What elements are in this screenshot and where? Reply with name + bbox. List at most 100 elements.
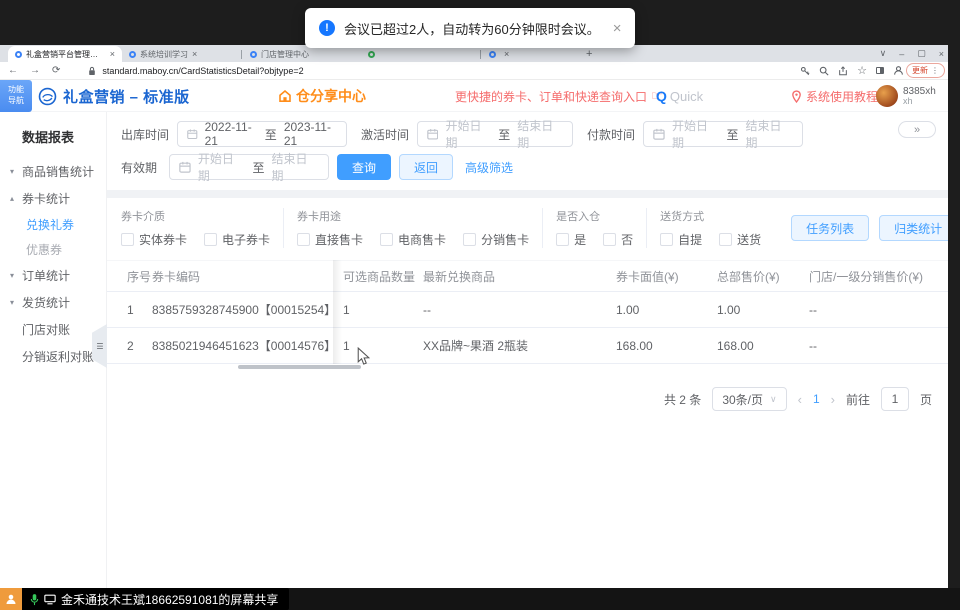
- user-menu[interactable]: 8385xh xh: [876, 80, 936, 112]
- advanced-filter-link[interactable]: 高级筛选: [465, 159, 513, 176]
- payment-date-range-input[interactable]: 开始日期 至 结束日期: [643, 119, 804, 150]
- checkbox-icon[interactable]: [719, 233, 733, 246]
- checkbox-icon[interactable]: [121, 233, 134, 246]
- chrome-update-button[interactable]: 更新 ⋮: [906, 63, 945, 78]
- screen-share-icon: [44, 594, 56, 604]
- tab-favicon: [129, 50, 136, 58]
- quick-entry-tip[interactable]: 更快捷的券卡、订单和快递查询入口 ☞: [455, 80, 663, 112]
- checkbox-icon[interactable]: [463, 233, 477, 246]
- next-page-button[interactable]: ›: [831, 392, 835, 407]
- cell-face-value: 168.00: [616, 338, 653, 353]
- tab-close-icon[interactable]: ×: [504, 49, 509, 59]
- tab-obscured-2[interactable]: ×: [482, 46, 578, 62]
- date-end-placeholder: 结束日期: [745, 119, 782, 150]
- checkbox-direct-sale[interactable]: 直接售卡: [297, 231, 363, 248]
- checkbox-no[interactable]: 否: [603, 231, 633, 248]
- checkbox-icon[interactable]: [204, 233, 218, 246]
- forward-icon[interactable]: →: [30, 65, 40, 76]
- checkbox-filter-row: 券卡介质 实体券卡 电子券卡 券卡用途 直接售卡 电商售卡 分销售卡 是否入仓 …: [107, 206, 948, 258]
- task-list-button[interactable]: 任务列表: [791, 215, 870, 241]
- activation-date-range-input[interactable]: 开始日期 至 结束日期: [417, 119, 574, 150]
- bookmark-star-icon[interactable]: ☆: [857, 64, 867, 77]
- new-tab-button[interactable]: +: [586, 48, 592, 60]
- tab-favicon: [15, 50, 22, 58]
- tab-store-admin[interactable]: 门店管理中心: [243, 46, 351, 62]
- search-button[interactable]: 查询: [337, 154, 392, 180]
- tab-obscured-1[interactable]: [361, 46, 479, 62]
- page-number[interactable]: 1: [813, 392, 820, 406]
- tab-search-chevron-icon[interactable]: ∨: [880, 48, 887, 59]
- tab-divider: [241, 50, 242, 59]
- sidebar-item-store-reconciliation[interactable]: 门店对账: [0, 316, 106, 343]
- checkbox-pickup[interactable]: 自提: [660, 231, 702, 248]
- window-minimize-button[interactable]: –: [899, 49, 904, 59]
- meeting-toast: ! 会议已超过2人，自动转为60分钟限时会议。 ×: [305, 8, 636, 48]
- tab-gift-admin[interactable]: 礼盒营销平台管理中心 ×: [8, 46, 122, 62]
- url-text[interactable]: standard.maboy.cn/CardStatisticsDetail?o…: [102, 66, 303, 76]
- tab-label: 门店管理中心: [261, 49, 309, 59]
- back-icon[interactable]: ←: [8, 65, 18, 76]
- back-button[interactable]: 返回: [399, 154, 454, 180]
- sidebar-item-product-sales[interactable]: ▾ 商品销售统计: [0, 158, 106, 185]
- system-tutorial-link[interactable]: 系统使用教程: [791, 80, 878, 112]
- filter-collapse-button[interactable]: »: [898, 121, 936, 138]
- date-start-placeholder: 开始日期: [445, 119, 482, 150]
- share-icon[interactable]: [838, 65, 848, 76]
- reload-icon[interactable]: ⟳: [52, 65, 60, 76]
- tab-close-icon[interactable]: ×: [110, 49, 115, 59]
- side-panel-icon[interactable]: [876, 67, 884, 74]
- cell-hq-price: 1.00: [717, 302, 741, 317]
- validity-date-range-input[interactable]: 开始日期 至 结束日期: [169, 152, 329, 183]
- pagination: 共 2 条 30条/页 ∨ ‹ 1 › 前往 1 页: [107, 370, 948, 411]
- window-maximize-button[interactable]: ▢: [917, 48, 926, 59]
- goto-page-input[interactable]: 1: [880, 387, 909, 411]
- person-icon: [6, 594, 16, 604]
- category-stats-button[interactable]: 归类统计: [879, 215, 948, 241]
- sidebar-item-rebate-reconciliation[interactable]: 分销返利对账: [0, 343, 106, 370]
- checkbox-icon[interactable]: [556, 233, 570, 246]
- sidebar-item-shipping-stats[interactable]: ▾ 发货统计: [0, 289, 106, 316]
- cell-index: 1: [127, 302, 134, 317]
- tab-close-icon[interactable]: ×: [192, 49, 197, 59]
- outbound-date-range-input[interactable]: 2022-11-21 至 2023-11-21: [177, 120, 348, 148]
- checkbox-icon[interactable]: [380, 233, 394, 246]
- scrollbar-thumb[interactable]: [238, 365, 361, 369]
- chevron-down-icon: ∨: [770, 393, 777, 404]
- quick-search[interactable]: Q Quick: [656, 80, 703, 112]
- tab-training[interactable]: 系统培训学习 ×: [122, 46, 240, 62]
- checkbox-yes[interactable]: 是: [556, 231, 586, 248]
- share-user-tile[interactable]: [0, 588, 22, 610]
- window-close-button[interactable]: ×: [939, 49, 944, 59]
- sidebar-item-gift-coupon[interactable]: 兑换礼券: [0, 212, 106, 237]
- warehouse-share-center-link[interactable]: 仓分享中心: [278, 80, 366, 112]
- sidebar-item-discount-coupon[interactable]: 优惠券: [0, 237, 106, 262]
- date-start-placeholder: 开始日期: [197, 152, 234, 183]
- address-bar[interactable]: standard.maboy.cn/CardStatisticsDetail?o…: [88, 66, 304, 76]
- menu-dots-icon[interactable]: ⋮: [931, 66, 939, 75]
- avatar: [876, 85, 898, 107]
- profile-icon[interactable]: [893, 65, 904, 76]
- prev-page-button[interactable]: ‹: [798, 392, 802, 407]
- checkbox-deliver[interactable]: 送货: [719, 231, 761, 248]
- chevron-down-icon: ▾: [10, 167, 15, 176]
- checkbox-icon[interactable]: [660, 233, 674, 246]
- checkbox-icon[interactable]: [297, 233, 311, 246]
- cell-store-price: --: [809, 302, 817, 317]
- zoom-icon[interactable]: [819, 66, 829, 76]
- toast-close-icon[interactable]: ×: [613, 20, 622, 37]
- function-nav-button[interactable]: 功能 导航: [0, 80, 32, 112]
- table-row[interactable]: 1 8385759328745900【00015254】 1 -- 1.00 1…: [107, 292, 948, 328]
- chevron-down-icon: ▾: [10, 271, 15, 280]
- checkbox-electronic-card[interactable]: 电子券卡: [204, 231, 270, 248]
- table-row[interactable]: 2 8385021946451623【00014576】 1 XX品牌~果酒 2…: [107, 328, 948, 364]
- browser-window: 礼盒营销平台管理中心 × 系统培训学习 × 门店管理中心 × + ∨ – ▢ ×: [0, 45, 948, 590]
- sidebar-item-card-stats[interactable]: ▴ 券卡统计: [0, 185, 106, 212]
- sidebar-item-order-stats[interactable]: ▾ 订单统计: [0, 262, 106, 289]
- checkbox-ecommerce-sale[interactable]: 电商售卡: [380, 231, 446, 248]
- checkbox-icon[interactable]: [603, 233, 617, 246]
- checkbox-physical-card[interactable]: 实体券卡: [121, 231, 187, 248]
- hamburger-icon: ☰: [96, 341, 103, 351]
- page-size-select[interactable]: 30条/页 ∨: [712, 387, 787, 411]
- checkbox-distribution-sale[interactable]: 分销售卡: [463, 231, 529, 248]
- key-icon[interactable]: [800, 66, 810, 76]
